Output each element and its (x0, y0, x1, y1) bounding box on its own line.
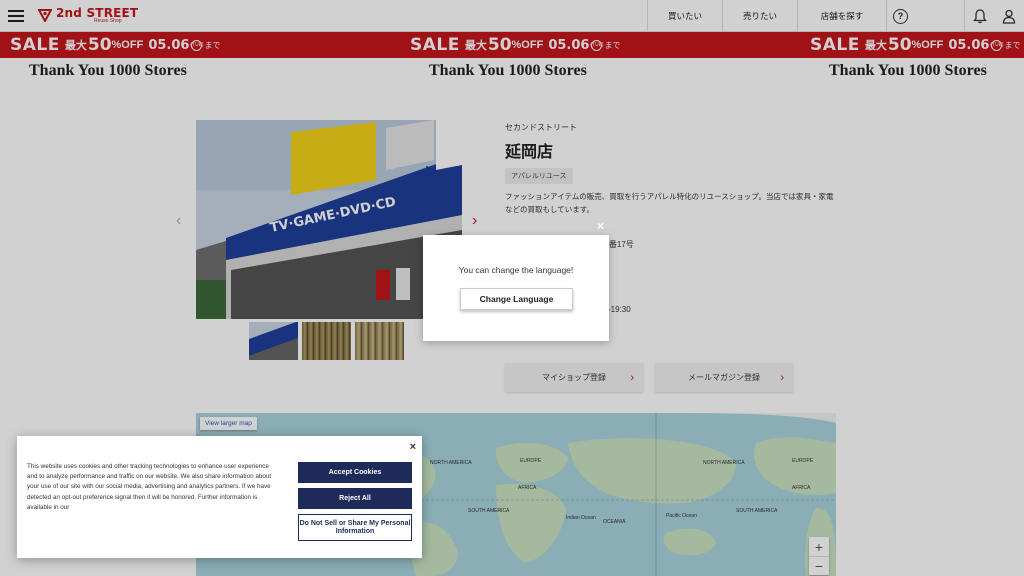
do-not-sell-button[interactable]: Do Not Sell or Share My Personal Informa… (298, 514, 412, 541)
reject-all-button[interactable]: Reject All (298, 488, 412, 509)
language-modal: You can change the language! Change Lang… (423, 235, 609, 341)
language-modal-text: You can change the language! (458, 265, 574, 275)
cookie-policy-text: This website uses cookies and other trac… (27, 463, 272, 511)
accept-cookies-button[interactable]: Accept Cookies (298, 462, 412, 483)
language-modal-close-button[interactable]: × (597, 219, 604, 233)
change-language-button[interactable]: Change Language (460, 288, 573, 310)
cookie-close-button[interactable]: × (410, 441, 416, 453)
cookie-consent-banner: × This website uses cookies and other tr… (17, 436, 422, 558)
